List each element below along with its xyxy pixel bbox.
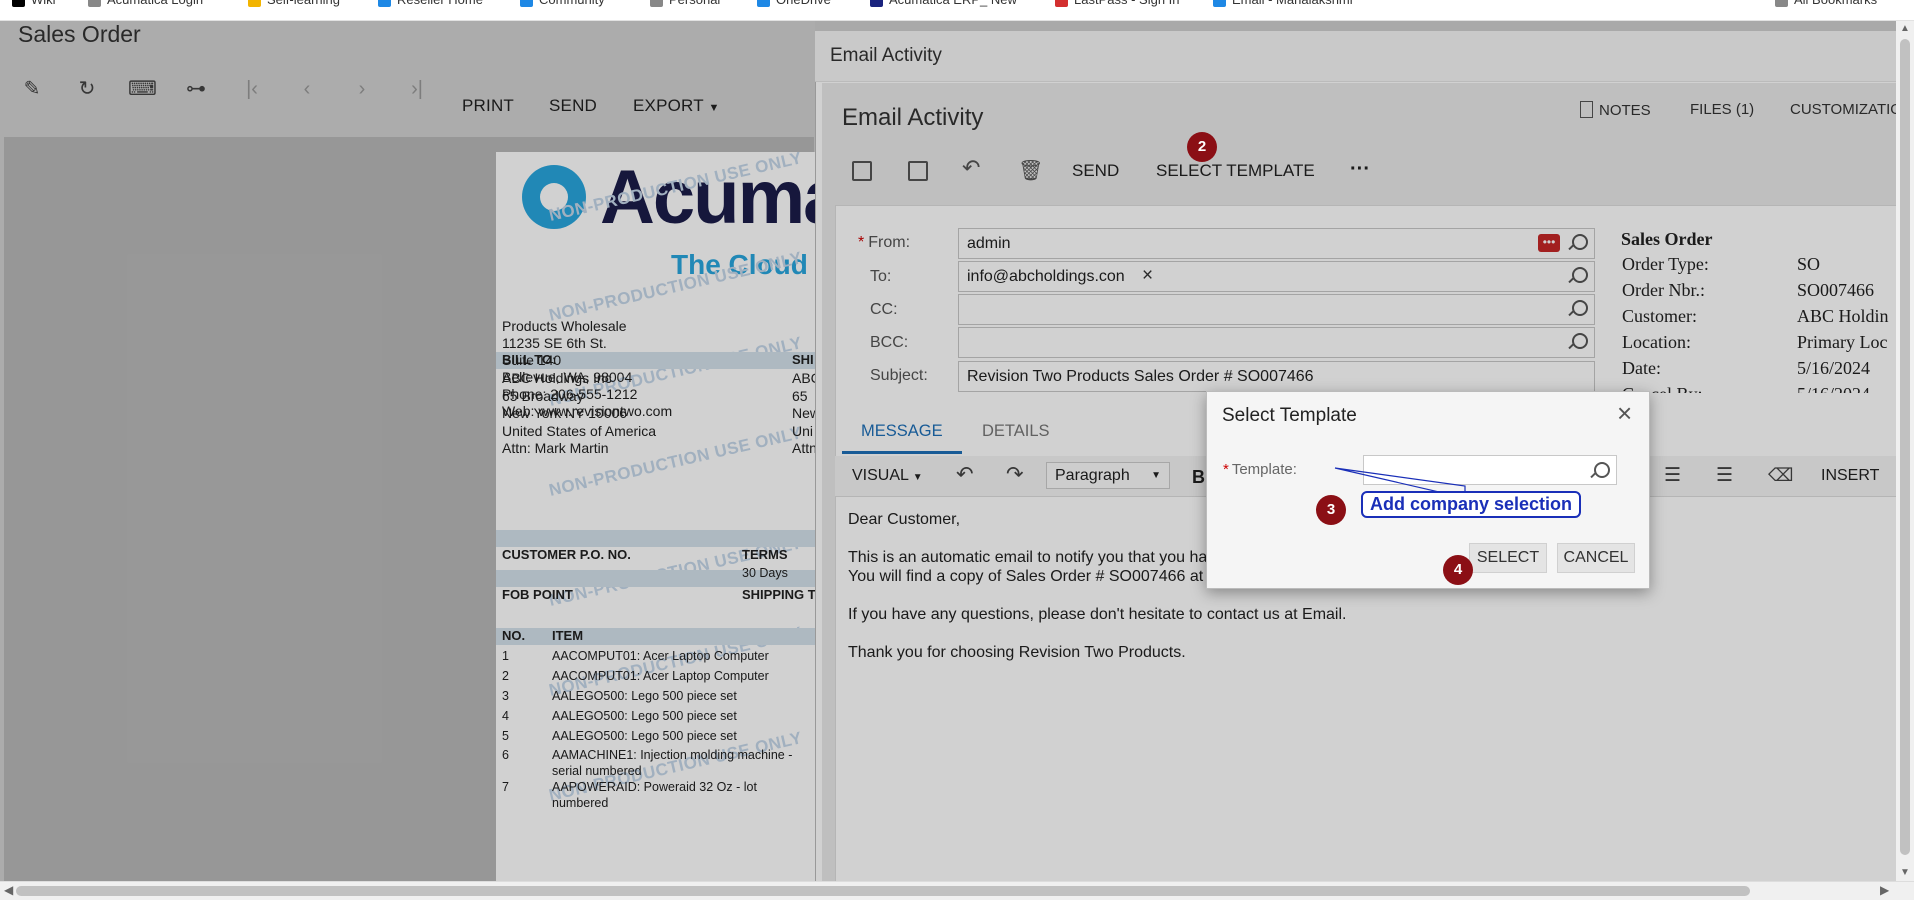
bookmark-item[interactable]: OneDrive xyxy=(757,0,831,8)
bookmark-icon xyxy=(650,0,663,8)
bookmark-label: Self-learning xyxy=(267,0,340,7)
select-template-dialog: Select Template × * Template: Add company… xyxy=(1206,391,1650,589)
bookmark-label: OneDrive xyxy=(776,0,831,7)
bookmark-icon xyxy=(378,0,391,8)
bookmark-label: Acumatica ERP_ New xyxy=(889,0,1017,7)
bookmark-icon xyxy=(870,0,883,8)
bookmark-item[interactable]: Reseller Home xyxy=(378,0,483,8)
bookmark-item[interactable]: Community xyxy=(520,0,605,8)
step-badge: 2 xyxy=(1187,132,1217,162)
scroll-up-icon[interactable]: ▲ xyxy=(1900,23,1910,34)
bookmark-label: Acumatica Login xyxy=(107,0,203,7)
bookmark-label: Community xyxy=(539,0,605,7)
bookmark-icon xyxy=(88,0,101,8)
bookmark-label: Email - Mahalakshmi xyxy=(1232,0,1353,7)
bookmark-item[interactable]: All Bookmarks xyxy=(1775,0,1877,8)
horizontal-scrollbar[interactable]: ◀ ▶ xyxy=(0,881,1914,900)
bookmark-label: Personal xyxy=(669,0,720,7)
vertical-scroll-thumb[interactable] xyxy=(1900,39,1910,855)
step-badge: 3 xyxy=(1316,495,1346,525)
scroll-right-icon[interactable]: ▶ xyxy=(1880,883,1889,897)
bookmark-label: Reseller Home xyxy=(397,0,483,7)
scroll-down-icon[interactable]: ▼ xyxy=(1900,867,1910,878)
cancel-button[interactable]: CANCEL xyxy=(1557,543,1635,573)
bookmark-item[interactable]: Acumatica Login xyxy=(88,0,203,8)
bookmark-icon xyxy=(1055,0,1068,8)
bookmark-icon xyxy=(757,0,770,8)
bookmark-icon xyxy=(520,0,533,8)
bookmark-item[interactable]: LastPass - Sign In xyxy=(1055,0,1180,8)
bookmark-item[interactable]: Personal xyxy=(650,0,720,8)
bookmark-icon xyxy=(248,0,261,8)
bookmark-item[interactable]: Self-learning xyxy=(248,0,340,8)
bookmarks-bar: Wiki Acumatica Login Self-learning Reseller… xyxy=(0,0,1914,21)
horizontal-scroll-thumb[interactable] xyxy=(16,886,1750,896)
bookmark-label: LastPass - Sign In xyxy=(1074,0,1180,7)
vertical-scrollbar[interactable]: ▲ ▼ xyxy=(1896,21,1914,881)
step-badge: 4 xyxy=(1443,555,1473,585)
bookmark-item[interactable]: Email - Mahalakshmi xyxy=(1213,0,1353,8)
bookmark-icon xyxy=(1775,0,1788,8)
scroll-left-icon[interactable]: ◀ xyxy=(4,883,13,897)
bookmark-icon xyxy=(1213,0,1226,8)
select-button[interactable]: SELECT xyxy=(1469,543,1547,573)
bookmark-item[interactable]: Wiki xyxy=(12,0,56,8)
bookmark-item[interactable]: Acumatica ERP_ New xyxy=(870,0,1017,8)
bookmark-label: All Bookmarks xyxy=(1794,0,1877,7)
bookmark-icon xyxy=(12,0,25,8)
bookmark-label: Wiki xyxy=(31,0,56,7)
annotation-label: Add company selection xyxy=(1361,491,1582,518)
